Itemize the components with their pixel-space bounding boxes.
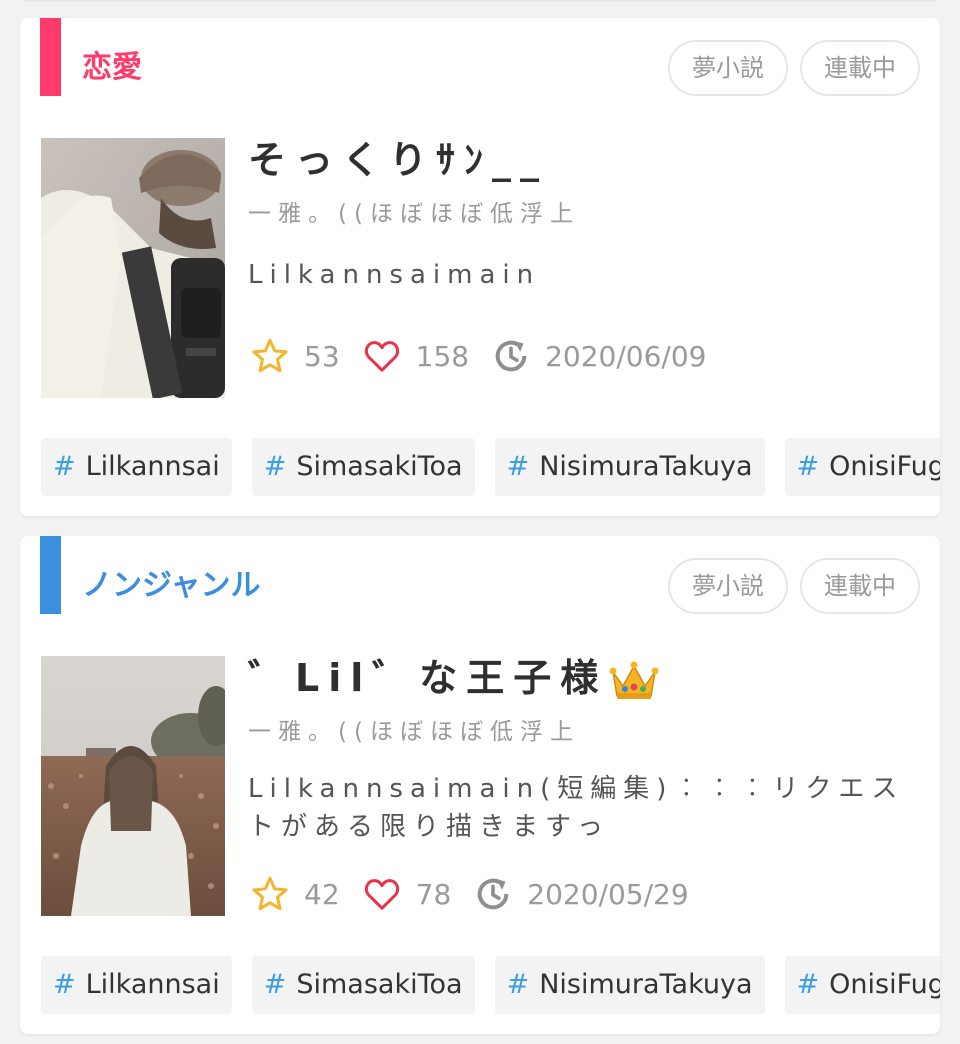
tag-chip[interactable]: # NisimuraTakuya bbox=[494, 956, 765, 1014]
tag-label: Lilkannsai bbox=[85, 451, 220, 482]
tag-list: # Lilkannsai # SimasakiToa # NisimuraTakuya… bbox=[41, 956, 940, 1014]
genre-label: ノンジャンル bbox=[82, 568, 261, 603]
story-author[interactable]: 一雅。((ほぼほぼ低浮上 bbox=[248, 716, 580, 748]
tag-chip[interactable]: # NisimuraTakuya bbox=[494, 438, 765, 496]
tag-label: SimasakiToa bbox=[296, 969, 463, 1000]
story-card[interactable]: 恋愛 夢小説 連載中 そっくりｻﾝ__ 一雅。((ほぼほぼ低浮上 Lilkann… bbox=[20, 18, 940, 516]
updated-date: 2020/05/29 bbox=[527, 877, 689, 911]
badge-dream-novel: 夢小説 bbox=[668, 40, 788, 96]
star-count: 42 bbox=[304, 877, 340, 911]
heart-icon bbox=[364, 879, 399, 910]
story-badges: 夢小説 連載中 bbox=[668, 558, 920, 614]
crown-icon bbox=[609, 661, 659, 699]
story-thumbnail[interactable] bbox=[41, 656, 225, 916]
tag-label: SimasakiToa bbox=[296, 451, 463, 482]
tag-chip[interactable]: # SimasakiToa bbox=[251, 438, 475, 496]
hash-icon: # bbox=[506, 969, 530, 1000]
hash-icon: # bbox=[506, 451, 530, 482]
hash-icon: # bbox=[263, 451, 287, 482]
badge-ongoing: 連載中 bbox=[800, 558, 920, 614]
hash-icon: # bbox=[263, 969, 287, 1000]
story-stats: 53 158 2020/06/09 bbox=[250, 336, 728, 376]
story-title[interactable]: そっくりｻﾝ__ bbox=[248, 136, 548, 184]
tag-label: Lilkannsai bbox=[85, 969, 220, 1000]
story-badges: 夢小説 連載中 bbox=[668, 40, 920, 96]
story-title[interactable]: ゛Lil゛な王子様 bbox=[248, 654, 659, 702]
heart-icon bbox=[364, 341, 399, 372]
tag-chip[interactable]: # Lilkannsai bbox=[41, 438, 232, 496]
heart-count: 78 bbox=[415, 877, 452, 911]
hash-icon: # bbox=[796, 969, 820, 1000]
badge-dream-novel: 夢小説 bbox=[668, 558, 788, 614]
tag-chip[interactable]: # Lilkannsai bbox=[41, 956, 232, 1014]
hash-icon: # bbox=[53, 969, 76, 1000]
story-author[interactable]: 一雅。((ほぼほぼ低浮上 bbox=[248, 198, 580, 230]
tag-label: NisimuraTakuya bbox=[539, 451, 753, 482]
story-stats: 42 78 2020/05/29 bbox=[250, 874, 711, 914]
genre-label: 恋愛 bbox=[82, 50, 142, 85]
story-title-text: ゛Lil゛な王子様 bbox=[248, 656, 608, 700]
story-card[interactable]: ノンジャンル 夢小説 連載中 ゛Lil゛な王子様 一雅。((ほぼほぼ低浮上 Li… bbox=[20, 536, 940, 1034]
tag-label: NisimuraTakuya bbox=[539, 969, 753, 1000]
hash-icon: # bbox=[796, 451, 820, 482]
hash-icon: # bbox=[53, 451, 76, 482]
genre-color-bar bbox=[40, 18, 61, 96]
heart-count: 158 bbox=[415, 339, 470, 373]
update-clock-icon bbox=[495, 340, 527, 372]
tag-label: OnisiFuga bbox=[829, 451, 940, 482]
update-clock-icon bbox=[477, 878, 509, 910]
tag-label: OnisiFuga bbox=[829, 969, 940, 1000]
tag-chip[interactable]: # OnisiFuga bbox=[784, 956, 940, 1014]
tag-chip[interactable]: # OnisiFuga bbox=[784, 438, 940, 496]
badge-ongoing: 連載中 bbox=[800, 40, 920, 96]
star-icon bbox=[252, 338, 288, 373]
genre-color-bar bbox=[40, 536, 61, 614]
story-description: Lilkannsaimain bbox=[248, 260, 541, 290]
tag-list: # Lilkannsai # SimasakiToa # NisimuraTakuya… bbox=[41, 438, 940, 496]
story-thumbnail[interactable] bbox=[41, 138, 225, 398]
tag-chip[interactable]: # SimasakiToa bbox=[251, 956, 475, 1014]
updated-date: 2020/06/09 bbox=[545, 339, 707, 373]
star-icon bbox=[252, 876, 288, 911]
story-description: Lilkannsaimain(短編集)︰︰︰リクエストがある限り描きますっ bbox=[248, 774, 905, 842]
star-count: 53 bbox=[304, 339, 340, 373]
